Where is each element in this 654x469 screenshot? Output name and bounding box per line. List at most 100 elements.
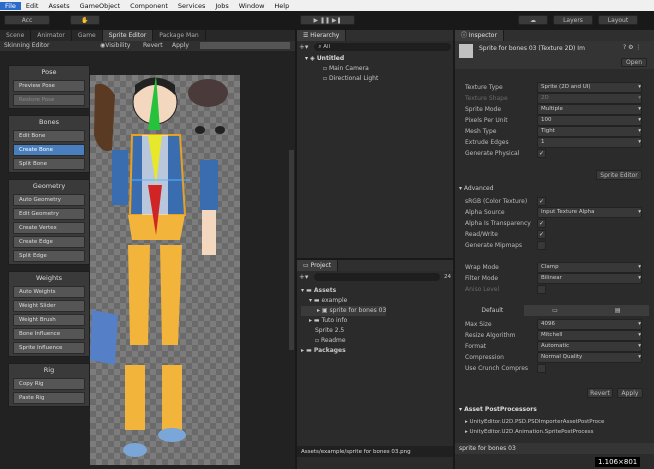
menu-item[interactable]: Edit xyxy=(21,2,44,10)
info-icon: ⓘ xyxy=(461,32,469,39)
sprite-canvas[interactable] xyxy=(90,75,240,465)
menu-item[interactable]: Services xyxy=(173,2,210,10)
scene-tabs: Scene Animator Game Sprite Editor Package Ma… xyxy=(0,30,295,41)
tool-button[interactable]: Split Bone xyxy=(13,158,85,170)
list-item[interactable]: ▾ ▬ Assets xyxy=(301,286,386,296)
menu-item[interactable]: File xyxy=(0,1,21,10)
preview-header[interactable]: sprite for bones 03 xyxy=(455,443,654,454)
mode-dropdown[interactable]: Skinning Editor xyxy=(4,42,50,49)
tool-button[interactable]: Weight Slider xyxy=(13,300,85,312)
property-field[interactable]: 2D ▾ xyxy=(537,93,642,104)
zoom-slider[interactable] xyxy=(200,42,290,49)
property-field[interactable]: Clamp ▾ xyxy=(537,262,642,273)
tool-button[interactable]: Create Vertex xyxy=(13,222,85,234)
tool-button[interactable]: Copy Rig xyxy=(13,378,85,390)
list-item[interactable]: ▫ Main Camera xyxy=(305,64,378,74)
play-controls[interactable]: ▶ ❚❚ ▶❚ xyxy=(300,15,355,25)
menu-item[interactable]: Jobs xyxy=(210,2,233,10)
property-field[interactable]: Input Texture Alpha ▾ xyxy=(537,207,642,218)
property-checkbox[interactable] xyxy=(537,364,546,373)
sprite-editor-button[interactable]: Sprite Editor xyxy=(596,170,642,180)
open-button[interactable]: Open xyxy=(621,58,647,67)
hand-tool-icon[interactable]: ✋ xyxy=(81,17,88,24)
revert-button[interactable]: Revert xyxy=(143,42,163,49)
menu-item[interactable]: Window xyxy=(234,2,270,10)
layout-dropdown[interactable]: Layout xyxy=(598,15,638,25)
project-footer-path: Assets/example/sprite for bones 03.png xyxy=(297,446,453,457)
tab-default-platform[interactable]: Default xyxy=(461,305,524,316)
menu-item[interactable]: Help xyxy=(269,2,294,10)
apply-button[interactable]: Apply xyxy=(172,42,189,49)
menu-item[interactable]: GameObject xyxy=(75,2,126,10)
list-item[interactable]: ▸ ▣ sprite for bones 03 xyxy=(301,306,387,316)
tool-button[interactable]: Auto Geometry xyxy=(13,194,85,206)
property-field[interactable]: Normal Quality ▾ xyxy=(537,352,642,363)
advanced-foldout[interactable]: ▾ Advanced xyxy=(459,185,494,192)
cloud-icon: ☁ xyxy=(530,16,536,24)
menu-item[interactable]: Assets xyxy=(43,2,74,10)
property-field[interactable]: 100 ▾ xyxy=(537,115,642,126)
property-field[interactable]: Mitchell ▾ xyxy=(537,330,642,341)
revert-button[interactable]: Revert xyxy=(587,388,613,398)
scene-tab[interactable]: Package Man xyxy=(153,30,206,41)
tool-button[interactable]: Weight Brush xyxy=(13,314,85,326)
tool-button[interactable]: Auto Weights xyxy=(13,286,85,298)
property-field[interactable]: Bilinear ▾ xyxy=(537,273,642,284)
property-checkbox[interactable] xyxy=(537,241,546,250)
list-item[interactable]: Sprite 2.5 xyxy=(301,326,386,336)
add-button[interactable]: +▾ xyxy=(299,43,308,51)
property-field[interactable]: Automatic ▾ xyxy=(537,341,642,352)
apply-button[interactable]: Apply xyxy=(617,388,643,398)
tool-button[interactable]: Paste Rig xyxy=(13,392,85,404)
property-checkbox[interactable]: ✓ xyxy=(537,197,546,206)
tool-button[interactable]: Preview Pose xyxy=(13,80,85,92)
list-item[interactable]: ▸ UnityEditor.U2D.PSD.PSDImporterAssetPo… xyxy=(465,417,650,427)
property-field[interactable]: 1 ▾ xyxy=(537,137,642,148)
settings-icon[interactable]: ? ⚙ ⋮ xyxy=(623,44,641,51)
add-button[interactable]: +▾ xyxy=(299,273,308,281)
tab-inspector[interactable]: ⓘ Inspector xyxy=(455,30,504,41)
scene-item[interactable]: ▾ ◈ Untitled xyxy=(305,54,378,64)
list-item[interactable]: ▾ ▬ example xyxy=(301,296,386,306)
scene-tab[interactable]: Sprite Editor xyxy=(102,30,154,41)
menu-item[interactable]: Component xyxy=(125,2,173,10)
tool-button[interactable]: Create Edge xyxy=(13,236,85,248)
scene-tab[interactable]: Animator xyxy=(31,30,72,41)
tool-button[interactable]: Create Bone xyxy=(13,144,85,156)
tool-button[interactable]: Edit Bone xyxy=(13,130,85,142)
list-item[interactable]: ▸ ▬ Tuto info xyxy=(301,316,386,326)
layers-dropdown[interactable]: Layers xyxy=(553,15,593,25)
list-item[interactable]: ▸ ▬ Packages xyxy=(301,346,386,356)
tool-button[interactable]: Edit Geometry xyxy=(13,208,85,220)
tool-button[interactable]: Restore Pose xyxy=(13,94,85,106)
property-field[interactable]: 4096 ▾ xyxy=(537,319,642,330)
property-field[interactable]: Multiple ▾ xyxy=(537,104,642,115)
account-button[interactable]: Acc xyxy=(4,15,50,25)
property-field[interactable]: Tight ▾ xyxy=(537,126,642,137)
project-search[interactable] xyxy=(314,273,440,281)
hierarchy-search[interactable]: ⌕ All xyxy=(314,43,451,51)
scene-tab[interactable]: Scene xyxy=(0,30,32,41)
tool-button[interactable]: Sprite Influence xyxy=(13,342,85,354)
canvas-scrollbar[interactable] xyxy=(289,150,294,350)
tool-button[interactable]: Split Edge xyxy=(13,250,85,262)
property-checkbox[interactable]: ✓ xyxy=(537,219,546,228)
list-item[interactable]: ▫ Readme xyxy=(301,336,386,346)
tab-standalone-platform[interactable]: ▭ xyxy=(524,305,587,316)
scene-tab[interactable]: Game xyxy=(72,30,103,41)
postprocessors-foldout[interactable]: ▾ Asset PostProcessors xyxy=(459,406,537,413)
visibility-button[interactable]: ◉Visibility xyxy=(100,42,130,49)
tab-project[interactable]: ▭ Project xyxy=(297,260,339,271)
tab-hierarchy[interactable]: ☰ Hierarchy xyxy=(297,30,347,41)
tab-android-platform[interactable]: ▤ xyxy=(586,305,649,316)
property-field[interactable]: Sprite (2D and UI) ▾ xyxy=(537,82,642,93)
play-icon[interactable]: ▶ ❚❚ ▶❚ xyxy=(313,17,341,24)
list-item[interactable]: ▫ Directional Light xyxy=(305,74,378,84)
tool-button[interactable]: Bone Influence xyxy=(13,328,85,340)
transform-tools[interactable]: ✋ xyxy=(70,15,100,25)
property-checkbox[interactable]: ✓ xyxy=(537,149,546,158)
list-item[interactable]: ▸ UnityEditor.U2D.Animation.SpritePostPr… xyxy=(465,427,650,437)
cloud-button[interactable]: ☁ xyxy=(518,15,548,25)
property-checkbox[interactable] xyxy=(537,285,546,294)
property-checkbox[interactable]: ✓ xyxy=(537,230,546,239)
